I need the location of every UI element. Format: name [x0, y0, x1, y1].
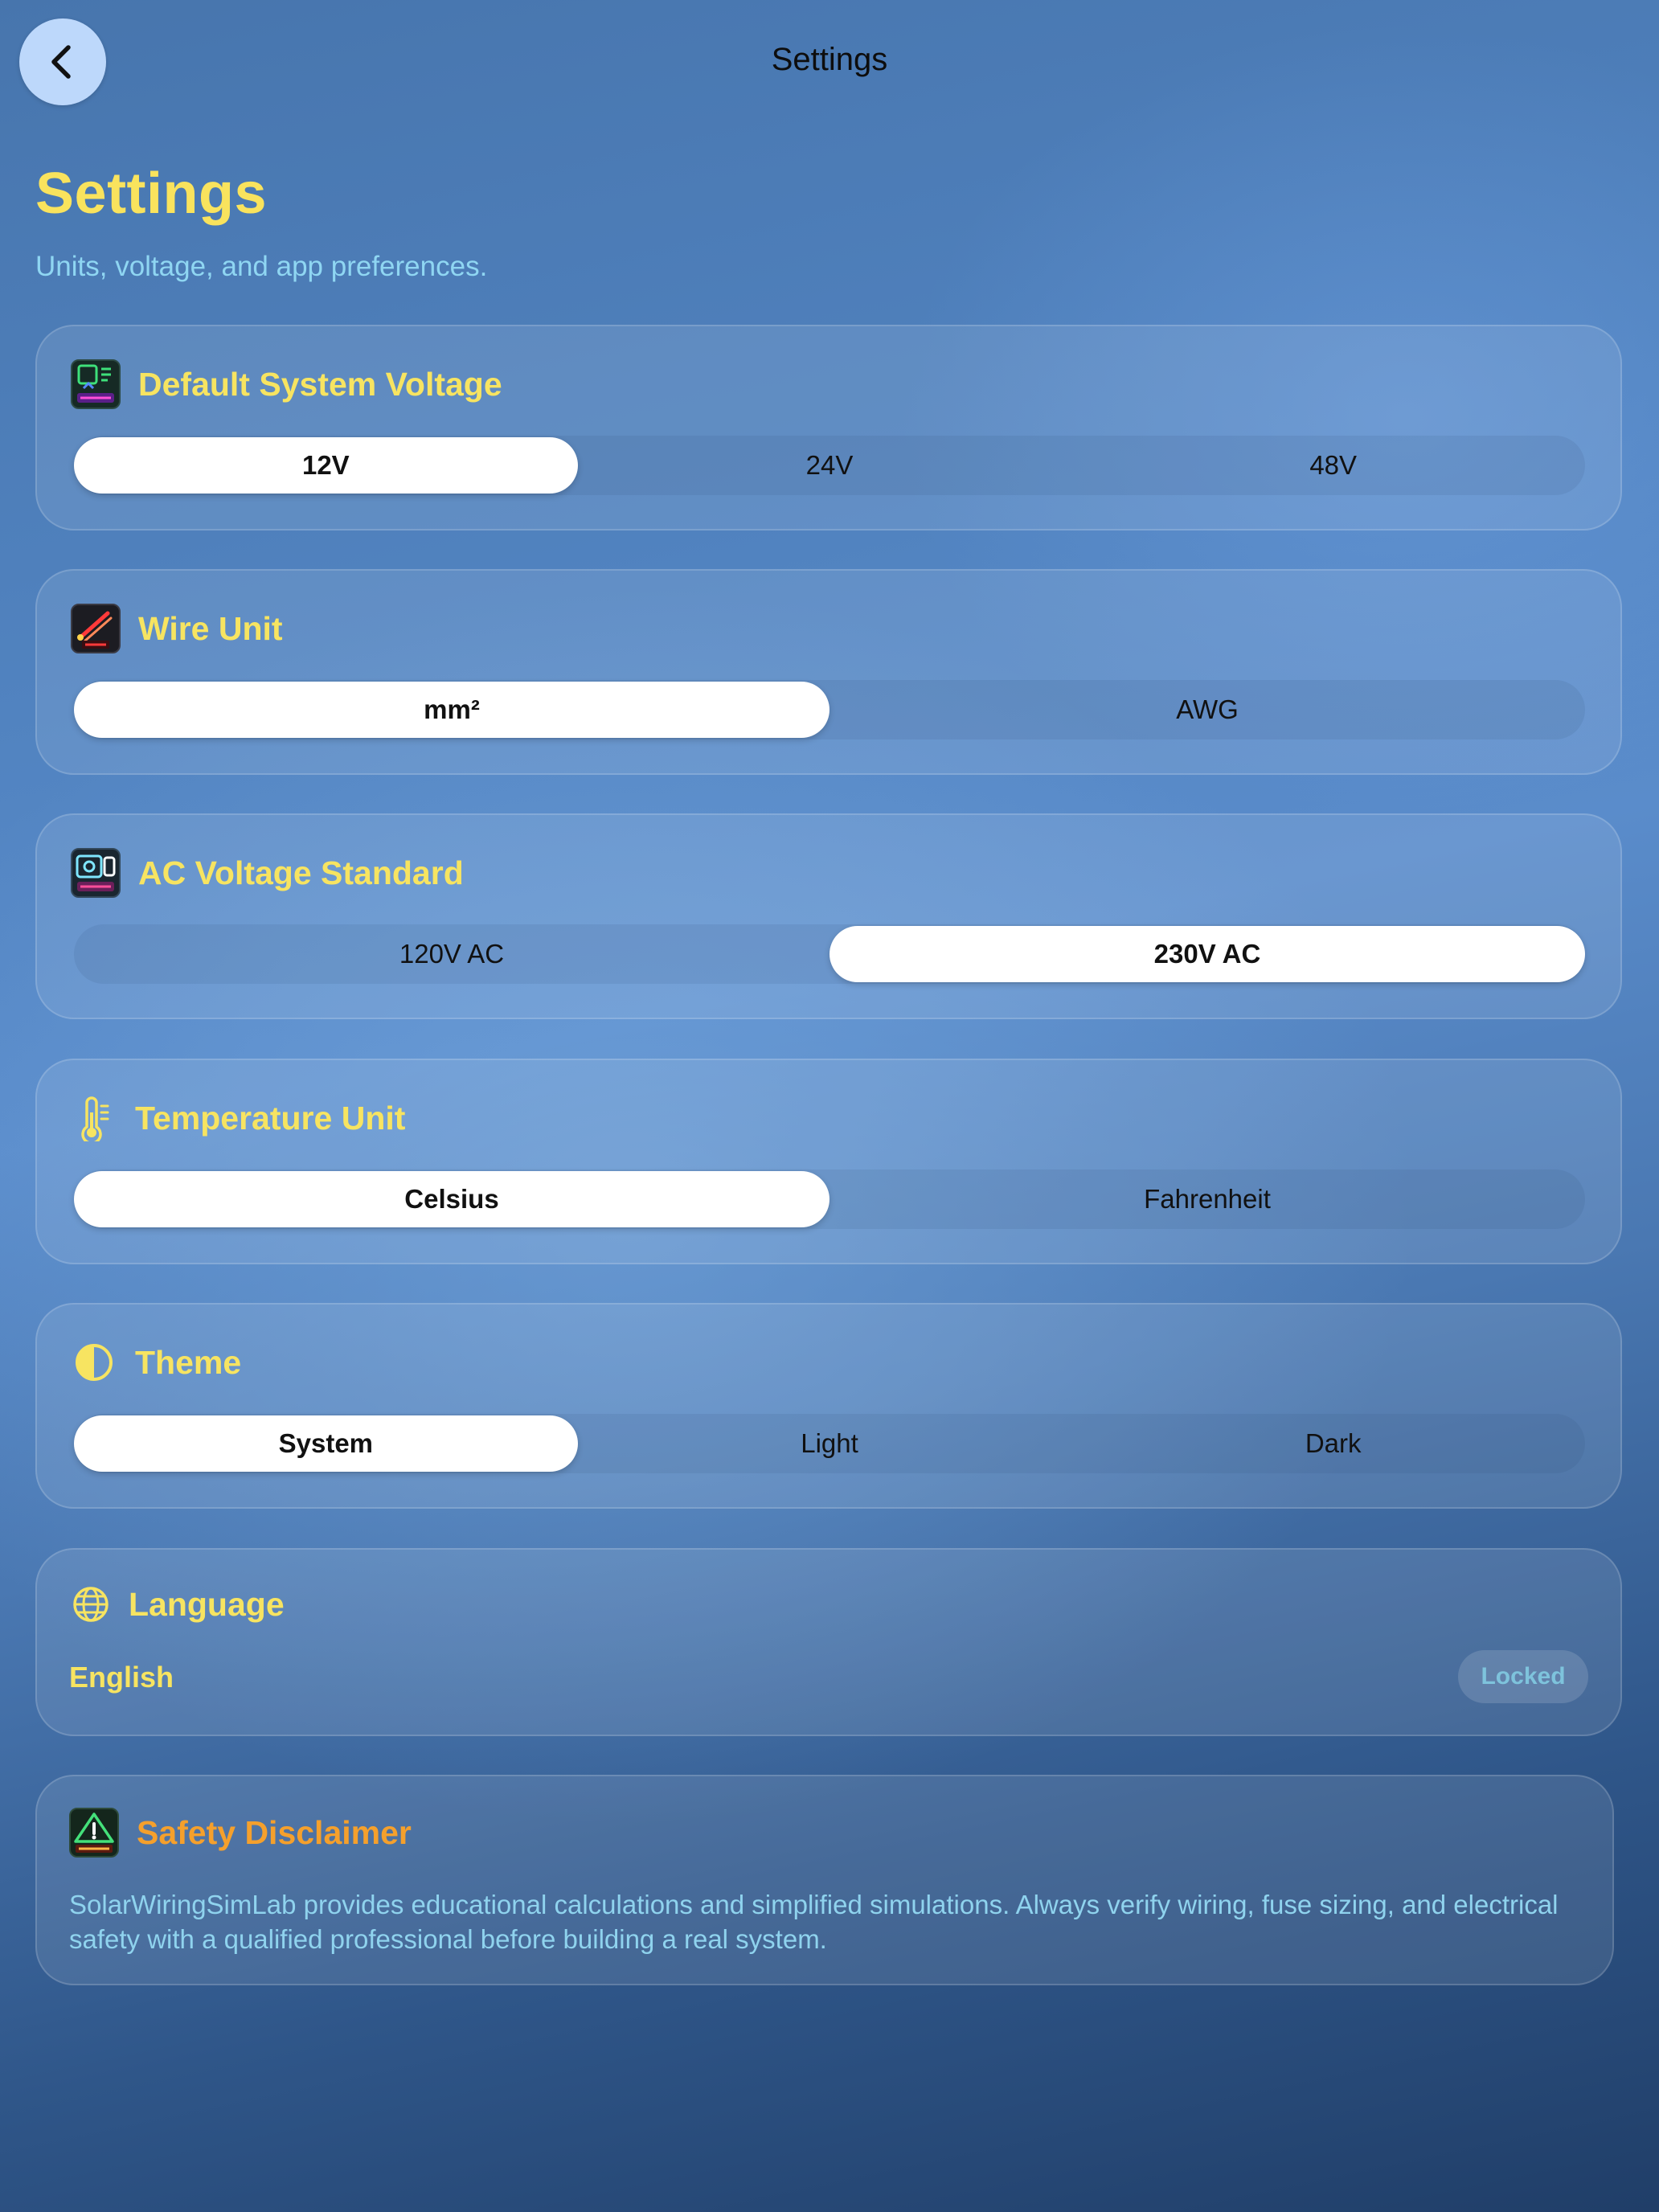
wire-icon [71, 604, 121, 653]
safety-disclaimer-card: Safety Disclaimer SolarWiringSimLab prov… [35, 1775, 1614, 1985]
voltage-segmented-control: 12V 24V 48V [74, 436, 1585, 495]
voltage-title: Default System Voltage [138, 365, 502, 403]
temperature-card: Temperature Unit Celsius Fahrenheit [35, 1059, 1622, 1264]
language-value[interactable]: English [69, 1661, 174, 1694]
wire-unit-card: Wire Unit mm² AWG [35, 569, 1622, 775]
voltage-option-48v[interactable]: 48V [1081, 437, 1585, 494]
warning-icon [69, 1808, 119, 1858]
nav-title: Settings [771, 42, 888, 77]
language-card: Language English Locked [35, 1548, 1622, 1736]
ac-voltage-title: AC Voltage Standard [138, 854, 464, 891]
ac-option-230v[interactable]: 230V AC [830, 926, 1585, 982]
wire-unit-title: Wire Unit [138, 609, 283, 647]
page-subtitle: Units, voltage, and app preferences. [35, 251, 488, 282]
disclaimer-card-header: Safety Disclaimer [69, 1808, 412, 1858]
globe-icon [71, 1584, 111, 1624]
disclaimer-text: SolarWiringSimLab provides educational c… [69, 1890, 1559, 1954]
voltage-card: Default System Voltage 12V 24V 48V [35, 325, 1622, 530]
ac-voltage-segmented-control: 120V AC 230V AC [74, 924, 1585, 984]
language-title: Language [129, 1585, 285, 1623]
wire-card-header: Wire Unit [71, 604, 283, 653]
theme-option-dark[interactable]: Dark [1081, 1415, 1585, 1472]
theme-option-light[interactable]: Light [578, 1415, 1082, 1472]
ac-option-120v[interactable]: 120V AC [74, 926, 830, 982]
voltage-card-header: Default System Voltage [71, 359, 502, 409]
locked-badge: Locked [1458, 1650, 1588, 1703]
theme-card-header: Theme [71, 1338, 241, 1387]
ac-card-header: AC Voltage Standard [71, 848, 464, 898]
theme-card: Theme System Light Dark [35, 1303, 1622, 1509]
page-title: Settings [35, 162, 268, 226]
ac-voltage-card: AC Voltage Standard 120V AC 230V AC [35, 813, 1622, 1019]
half-circle-contrast-icon [71, 1339, 117, 1386]
theme-segmented-control: System Light Dark [74, 1414, 1585, 1473]
temperature-option-fahrenheit[interactable]: Fahrenheit [830, 1171, 1585, 1227]
wire-unit-segmented-control: mm² AWG [74, 680, 1585, 739]
wire-option-awg[interactable]: AWG [830, 682, 1585, 738]
language-card-header: Language [71, 1580, 285, 1628]
thermometer-icon [71, 1095, 117, 1145]
disclaimer-title: Safety Disclaimer [137, 1813, 412, 1851]
voltage-option-12v[interactable]: 12V [74, 437, 578, 494]
wire-option-mm2[interactable]: mm² [74, 682, 830, 738]
temperature-card-header: Temperature Unit [71, 1094, 406, 1145]
temperature-segmented-control: Celsius Fahrenheit [74, 1169, 1585, 1229]
voltage-option-24v[interactable]: 24V [578, 437, 1082, 494]
temperature-option-celsius[interactable]: Celsius [74, 1171, 830, 1227]
temperature-title: Temperature Unit [135, 1099, 406, 1137]
navigation-bar: Settings [0, 0, 1659, 129]
theme-title: Theme [135, 1343, 242, 1381]
theme-option-system[interactable]: System [74, 1415, 578, 1472]
mppt-controller-icon [71, 359, 121, 409]
ac-load-icon [71, 848, 121, 898]
